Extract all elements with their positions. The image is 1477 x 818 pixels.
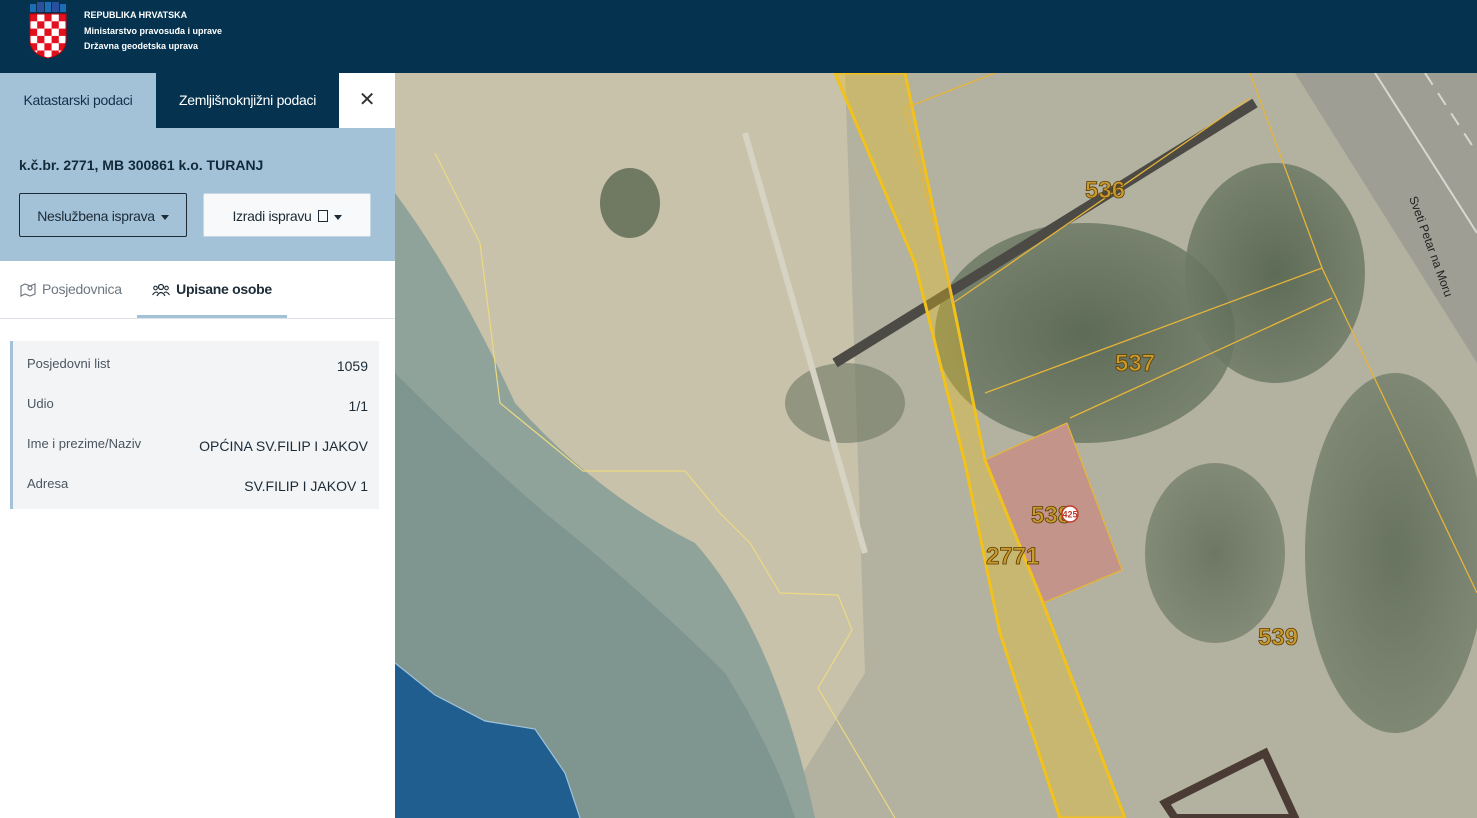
parcel-label-536: 536 xyxy=(1085,177,1125,204)
row-label: Posjedovni list xyxy=(27,356,111,371)
caret-down-icon xyxy=(160,214,169,220)
tab-posjedovnica[interactable]: Posjedovnica xyxy=(20,261,122,318)
org-line-1: REPUBLIKA HRVATSKA xyxy=(84,10,188,20)
croatian-coat-of-arms-icon xyxy=(29,2,67,58)
caret-down-icon xyxy=(333,214,342,220)
org-line-3: Državna geodetska uprava xyxy=(84,41,199,51)
row-value: OPĆINA SV.FILIP I JAKOV xyxy=(199,438,368,454)
nesluzbena-isprava-dropdown[interactable]: Neslužbena isprava xyxy=(19,193,187,237)
org-line-2: Ministarstvo pravosuđa i uprave xyxy=(84,25,223,36)
parcel-details-panel: Katastarski podaci Zemljišnoknjižni poda… xyxy=(0,73,395,818)
cadastral-map[interactable]: 536 537 538 539 2771 425 Sveti Petar na … xyxy=(395,73,1477,818)
row-value: SV.FILIP I JAKOV 1 xyxy=(244,478,368,494)
top-header: REPUBLIKA HRVATSKA Ministarstvo pravosuđ… xyxy=(0,0,1477,73)
close-panel-button[interactable]: ✕ xyxy=(339,73,395,128)
parcel-title: k.č.br. 2771, MB 300861 k.o. TURANJ xyxy=(19,157,264,173)
parcel-label-537: 537 xyxy=(1115,350,1155,377)
tab-posjedovnica-label: Posjedovnica xyxy=(42,281,122,297)
tab-katastarski-podaci[interactable]: Katastarski podaci xyxy=(0,73,156,128)
parcel-info-section: k.č.br. 2771, MB 300861 k.o. TURANJ Nesl… xyxy=(0,128,395,261)
close-icon: ✕ xyxy=(358,89,376,111)
row-label: Udio xyxy=(27,396,54,411)
row-value: 1059 xyxy=(336,358,368,374)
nesluzbena-isprava-label: Neslužbena isprava xyxy=(37,208,155,224)
owner-info-card: Posjedovni list 1059 Udio 1/1 Ime i prez… xyxy=(10,341,379,509)
izradi-ispravu-label: Izradi ispravu xyxy=(232,208,312,224)
tab-upisane-osobe[interactable]: Upisane osobe xyxy=(137,261,287,318)
house-number: 425 xyxy=(1062,510,1077,520)
owner-row-adresa: Adresa SV.FILIP I JAKOV 1 xyxy=(27,476,368,516)
izradi-ispravu-dropdown[interactable]: Izradi ispravu xyxy=(203,193,371,237)
row-label: Adresa xyxy=(27,476,69,491)
owner-row-naziv: Ime i prezime/Naziv OPĆINA SV.FILIP I JA… xyxy=(27,436,368,476)
parcel-label-539: 539 xyxy=(1258,624,1298,651)
organization-name: REPUBLIKA HRVATSKA Ministarstvo pravosuđ… xyxy=(84,8,222,55)
document-icon xyxy=(317,210,328,223)
map-canvas[interactable]: 536 537 538 539 2771 425 Sveti Petar na … xyxy=(395,73,1477,818)
parcel-label-2771: 2771 xyxy=(986,543,1039,570)
people-icon xyxy=(152,284,171,297)
map-pin-icon xyxy=(20,283,36,298)
row-label: Ime i prezime/Naziv xyxy=(27,436,142,451)
owner-subtabs: Posjedovnica Upisane osobe xyxy=(0,261,395,319)
row-value: 1/1 xyxy=(348,398,368,414)
owner-row-posjedovni-list: Posjedovni list 1059 xyxy=(27,356,368,396)
house-number-badge: 425 xyxy=(1061,505,1079,523)
tab-zemljisnoknjizni-podaci[interactable]: Zemljišnoknjižni podaci xyxy=(156,73,339,128)
owner-row-udio: Udio 1/1 xyxy=(27,396,368,436)
panel-tabs: Katastarski podaci Zemljišnoknjižni poda… xyxy=(0,73,395,128)
tab-upisane-osobe-label: Upisane osobe xyxy=(176,281,272,297)
